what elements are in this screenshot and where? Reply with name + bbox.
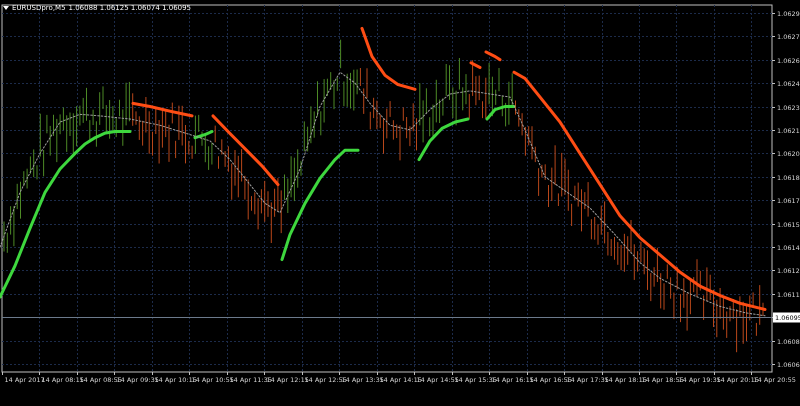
symbol-label: EURUSDpro,M5 (12, 4, 66, 12)
price-chart[interactable]: 1.06290 1.06275 1.06260 1.06245 1.06230 1.062… (0, 0, 800, 406)
y-tick-label: 1.06065 (777, 361, 800, 369)
ma-up-line (485, 105, 516, 121)
x-tick-label: 14 Apr 16:15 (492, 376, 534, 384)
x-tick-label: 14 Apr 20:55 (754, 376, 796, 384)
ma-up-line (280, 148, 360, 262)
ma-down-line (211, 114, 280, 187)
current-price-label: 1.06095 (775, 314, 800, 322)
y-tick-label: 1.06185 (777, 174, 800, 182)
dropdown-triangle-icon[interactable] (3, 6, 9, 10)
x-tick-label: 14 Apr 17:35 (567, 376, 609, 384)
x-tick-label: 14 Apr 10:55 (192, 376, 234, 384)
x-tick-label: 14 Apr 19:35 (679, 376, 721, 384)
x-tick-label: 14 Apr 14:55 (417, 376, 459, 384)
y-tick-label: 1.06110 (777, 291, 800, 299)
x-tick-label: 14 Apr 13:35 (342, 376, 384, 384)
x-tick-label: 14 Apr 12:15 (267, 376, 309, 384)
ma-down-line (360, 26, 417, 91)
symbol-header: EURUSDpro,M5 1.06088 1.06125 1.06074 1.0… (3, 2, 191, 14)
y-tick-label: 1.06275 (777, 33, 800, 41)
y-tick-label: 1.06230 (777, 104, 800, 112)
x-tick-label: 14 Apr 09:35 (117, 376, 159, 384)
y-tick-label: 1.06215 (777, 127, 800, 135)
y-tick-label: 1.06140 (777, 244, 800, 252)
y-tick-label: 1.06290 (777, 10, 800, 18)
y-tick-label: 1.06260 (777, 57, 800, 65)
y-tick-label: 1.06125 (777, 267, 800, 275)
x-tick-label: 14 Apr 2017 (5, 376, 45, 384)
chart-window[interactable]: 1.06290 1.06275 1.06260 1.06245 1.06230 1.062… (0, 0, 800, 406)
ma-up-line (0, 130, 132, 299)
y-tick-label: 1.06080 (777, 338, 800, 346)
x-tick-label: 14 Apr 08:15 (42, 376, 84, 384)
ma-down-line (484, 50, 502, 62)
y-tick-label: 1.06245 (777, 80, 800, 88)
y-tick-label: 1.06155 (777, 221, 800, 229)
y-tick-label: 1.06200 (777, 150, 800, 158)
ohlc-values: 1.06088 1.06125 1.06074 1.06095 (68, 4, 192, 12)
y-tick-label: 1.06170 (777, 197, 800, 205)
